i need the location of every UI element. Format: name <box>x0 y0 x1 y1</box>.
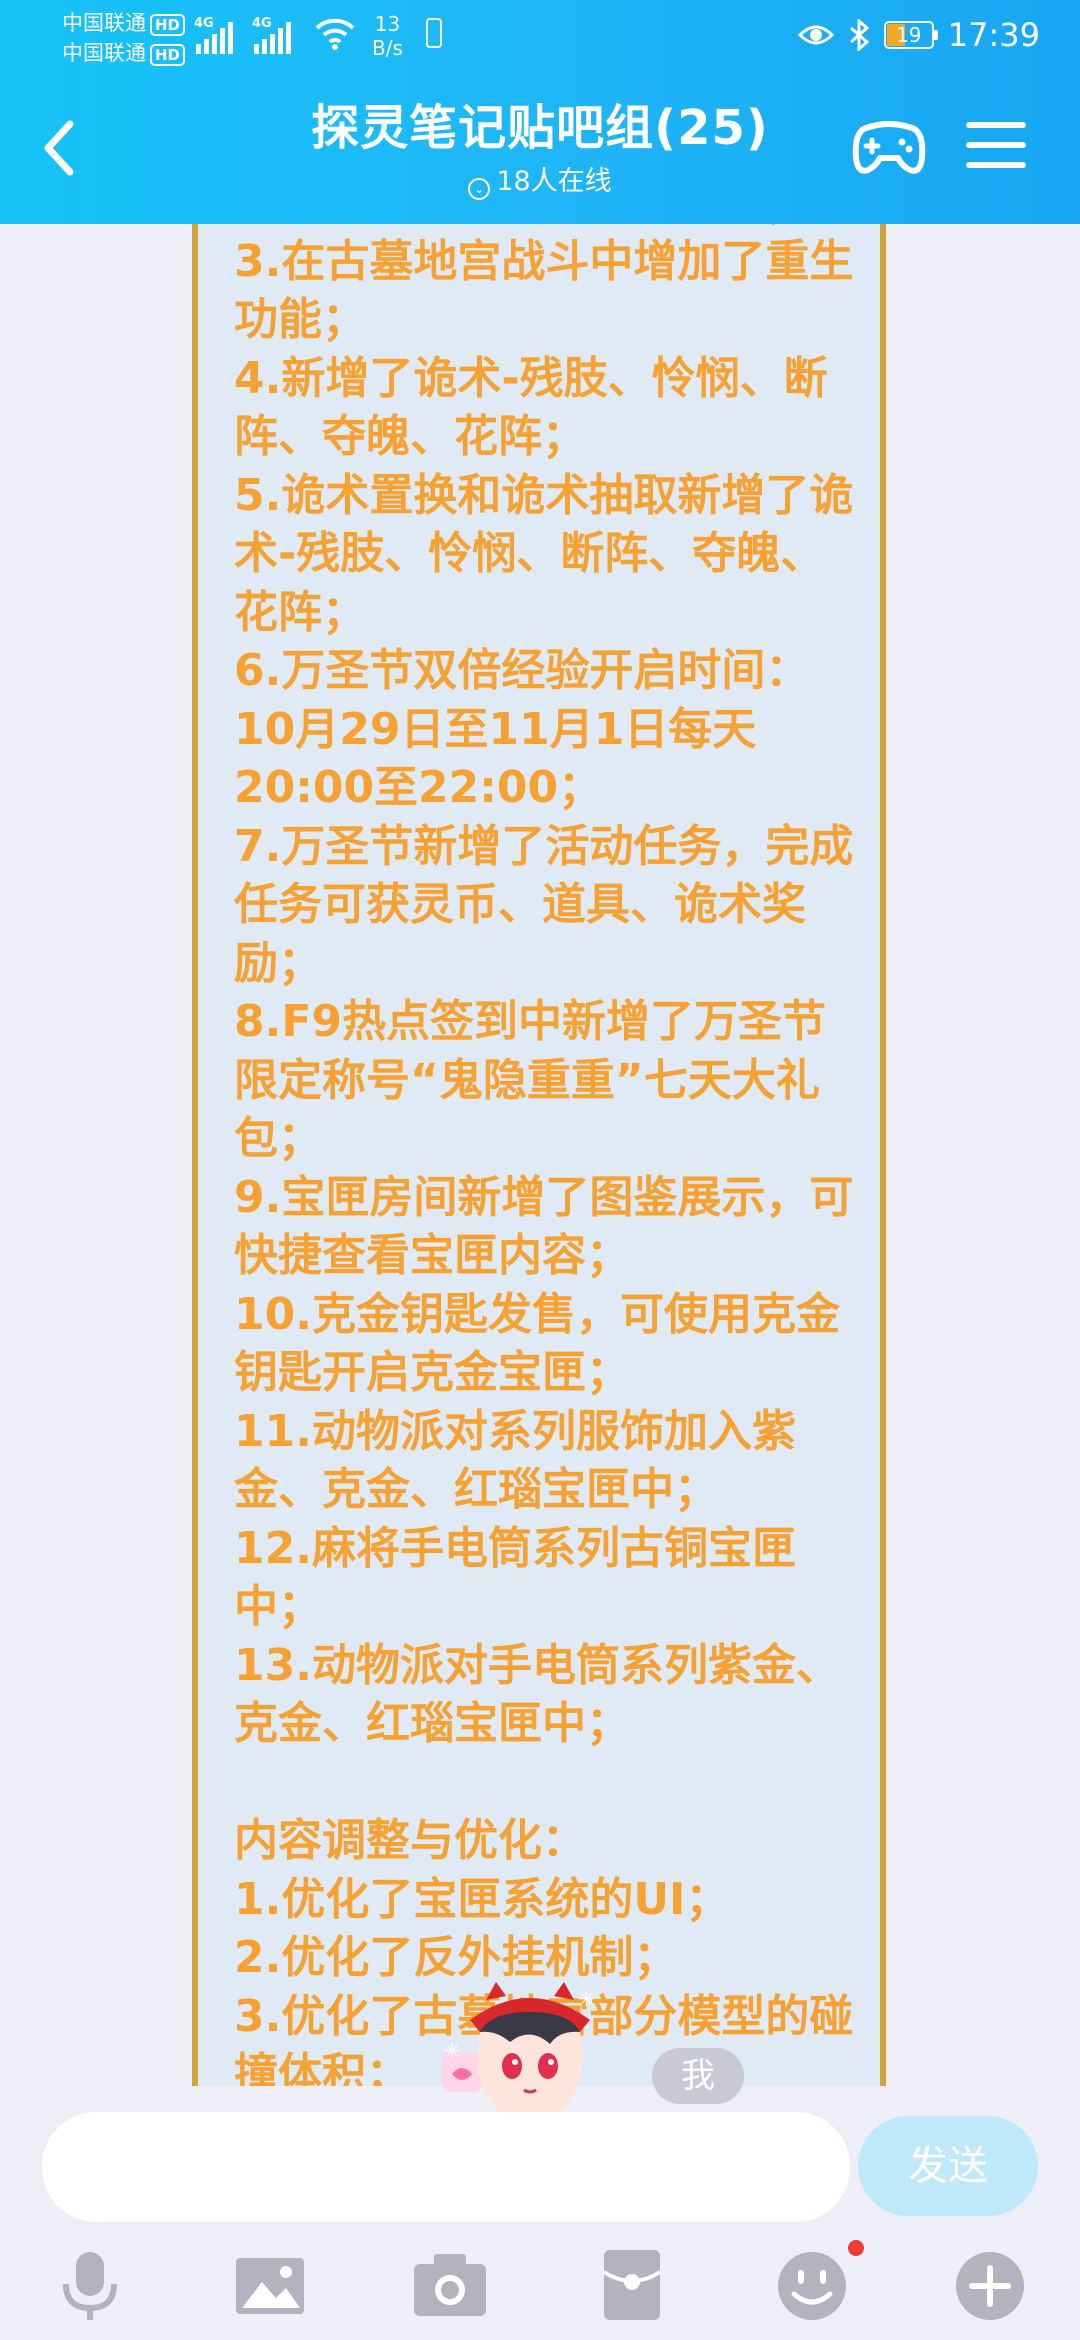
hd-badge: HD <box>150 44 186 66</box>
svg-text:✳: ✳ <box>578 1987 595 2011</box>
clock: 17:39 <box>947 16 1040 54</box>
message-text: 2.古墓地宫新增了图鉴展示； 3.在古墓地宫战斗中增加了重生功能； 4.新增了诡… <box>234 224 854 2086</box>
microphone-icon[interactable] <box>50 2246 130 2326</box>
input-toolbar <box>0 2240 1080 2340</box>
message-input[interactable] <box>42 2112 850 2222</box>
chevron-down-icon: ⌄ <box>468 178 491 200</box>
menu-icon[interactable] <box>966 122 1026 172</box>
carrier-info: 中国联通 HD 中国联通 HD <box>62 8 186 68</box>
me-label: 我 <box>652 2048 744 2104</box>
plus-icon[interactable] <box>950 2246 1030 2326</box>
network-speed: 13 B/s <box>372 12 403 60</box>
gamepad-icon[interactable] <box>852 118 926 178</box>
hd-badge: HD <box>150 14 186 36</box>
status-right: 19 17:39 <box>797 16 1040 54</box>
signal-icon: 4G <box>252 16 291 54</box>
eye-icon <box>797 25 834 45</box>
sim-icon <box>426 18 442 48</box>
signal-icon: 4G <box>194 16 233 54</box>
battery-icon: 19 <box>883 21 938 49</box>
wifi-icon <box>315 18 355 50</box>
emoji-icon[interactable] <box>772 2246 852 2326</box>
top-bar: 中国联通 HD 中国联通 HD 4G 4G 13 B/s 19 17:39 探灵笔 <box>0 0 1080 224</box>
camera-icon[interactable] <box>410 2246 490 2326</box>
notification-dot <box>848 2240 864 2256</box>
carrier-2: 中国联通 <box>62 41 146 65</box>
carrier-1: 中国联通 <box>62 11 146 35</box>
bluetooth-icon <box>849 19 870 51</box>
red-packet-icon[interactable] <box>592 2246 672 2326</box>
send-button[interactable]: 发送 <box>858 2116 1038 2216</box>
message-bubble: 2.古墓地宫新增了图鉴展示； 3.在古墓地宫战斗中增加了重生功能； 4.新增了诡… <box>192 224 886 2086</box>
svg-text:✳: ✳ <box>444 2039 461 2063</box>
sender-avatar[interactable]: ✳✳ <box>440 1982 610 2122</box>
image-icon[interactable] <box>230 2246 310 2326</box>
